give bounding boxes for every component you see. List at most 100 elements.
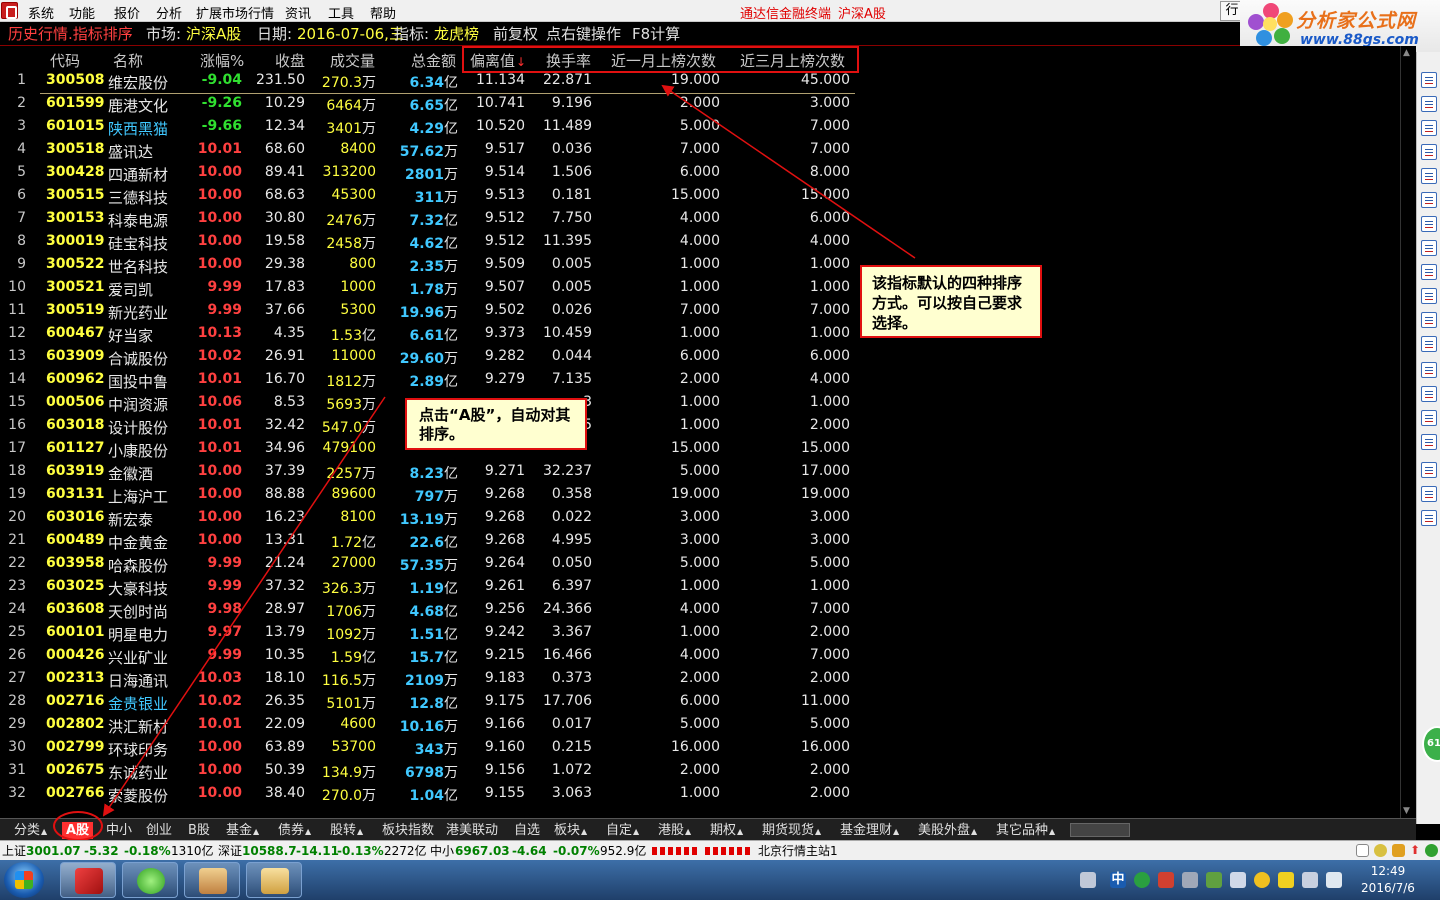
table-row[interactable]: 32 002766 索菱股份 10.00 38.40 270.0万 1.04亿 9.155 3.… bbox=[0, 785, 860, 808]
table-row[interactable]: 21 600489 中金黄金 10.00 13.31 1.72亿 22.6亿 9.268 4.9… bbox=[0, 532, 860, 555]
table-row[interactable]: 3 601015 陕西黑猫 -9.66 12.34 3401万 4.29亿 10.520 11.… bbox=[0, 118, 860, 141]
tab-11[interactable]: 板块▲ bbox=[552, 822, 589, 839]
tab-14[interactable]: 期权▲ bbox=[708, 822, 745, 839]
tab-4[interactable]: B股 bbox=[186, 822, 212, 839]
app-logo-icon[interactable] bbox=[1, 2, 18, 19]
terminal-link[interactable]: 通达信金融终端 bbox=[740, 3, 831, 22]
table-row[interactable]: 29 002802 洪汇新材 10.01 22.09 4600 10.16万 9.166 0.0… bbox=[0, 716, 860, 739]
tab-5[interactable]: 基金▲ bbox=[224, 822, 261, 839]
table-row[interactable]: 24 603608 天创时尚 9.98 28.97 1706万 4.68亿 9.256 24.3… bbox=[0, 601, 860, 624]
taskbar-tdx[interactable] bbox=[60, 862, 116, 898]
tray-red-icon[interactable] bbox=[1158, 872, 1174, 888]
tab-15[interactable]: 期货现货▲ bbox=[760, 822, 823, 839]
table-row[interactable]: 25 600101 明星电力 9.97 13.79 1092万 1.51亿 9.242 3.36… bbox=[0, 624, 860, 647]
tray-yellow-icon[interactable] bbox=[1278, 872, 1294, 888]
tab-2[interactable]: 中小 bbox=[104, 822, 134, 839]
market-link[interactable]: 沪深A股 bbox=[838, 3, 886, 22]
tab-6[interactable]: 债券▲ bbox=[276, 822, 313, 839]
server-name[interactable]: 北京行情主站1 bbox=[758, 842, 838, 860]
table-row[interactable]: 1 300508 维宏股份 -9.04 231.50 270.3万 6.34亿 11.134 2… bbox=[0, 72, 860, 95]
up-arrow-icon[interactable]: ⬆ bbox=[1410, 844, 1423, 857]
keyboard-icon[interactable] bbox=[1080, 872, 1096, 888]
menu-function[interactable]: 功能 bbox=[69, 3, 95, 22]
menu-tools[interactable]: 工具 bbox=[328, 3, 354, 22]
table-row[interactable]: 9 300522 世名科技 10.00 29.38 800 2.35万 9.509 0.005 1… bbox=[0, 256, 860, 279]
menu-help[interactable]: 帮助 bbox=[370, 3, 396, 22]
volume-icon[interactable] bbox=[1326, 872, 1342, 888]
toolbar-tool-icon[interactable] bbox=[1421, 216, 1437, 232]
tray-monitor-icon[interactable] bbox=[1302, 872, 1318, 888]
table-row[interactable]: 14 600962 国投中鲁 10.01 16.70 1812万 2.89亿 9.279 7.1… bbox=[0, 371, 860, 394]
toolbar-tool-icon[interactable] bbox=[1421, 288, 1437, 304]
tab-17[interactable]: 美股外盘▲ bbox=[916, 822, 979, 839]
toolbar-tool-icon[interactable] bbox=[1421, 168, 1437, 184]
sz-index-value[interactable]: 10588.7 bbox=[242, 842, 297, 860]
ime-indicator[interactable]: 中 bbox=[1110, 872, 1126, 888]
taskbar-explorer[interactable] bbox=[246, 862, 302, 898]
menu-system[interactable]: 系统 bbox=[28, 3, 54, 22]
toolbar-tool-icon[interactable] bbox=[1421, 120, 1437, 136]
toolbar-tool-icon[interactable] bbox=[1421, 192, 1437, 208]
table-row[interactable]: 31 002675 东诚药业 10.00 50.39 134.9万 6798万 9.156 1.… bbox=[0, 762, 860, 785]
zx-index-value[interactable]: 6967.03 bbox=[455, 842, 510, 860]
tab-13[interactable]: 港股▲ bbox=[656, 822, 693, 839]
table-row[interactable]: 30 002799 环球印务 10.00 63.89 53700 343万 9.160 0.21… bbox=[0, 739, 860, 762]
table-row[interactable]: 10 300521 爱司凯 9.99 17.83 1000 1.78万 9.507 0.005 1… bbox=[0, 279, 860, 302]
tab-16[interactable]: 基金理财▲ bbox=[838, 822, 901, 839]
tray-qq-icon[interactable] bbox=[1254, 872, 1270, 888]
connect-icon[interactable] bbox=[1425, 844, 1438, 857]
scroll-up-icon[interactable]: ▲ bbox=[1403, 48, 1410, 58]
tray-green-icon[interactable] bbox=[1134, 872, 1150, 888]
toolbar-tool-icon[interactable] bbox=[1421, 410, 1437, 426]
scroll-down-icon[interactable]: ▼ bbox=[1403, 806, 1410, 816]
toolbar-tool-icon[interactable] bbox=[1421, 264, 1437, 280]
toolbar-tool-icon[interactable] bbox=[1421, 240, 1437, 256]
tab-10[interactable]: 自选 bbox=[512, 822, 542, 839]
table-row[interactable]: 5 300428 四通新材 10.00 89.41 313200 2801万 9.514 1.5… bbox=[0, 164, 860, 187]
toolbar-tool-icon[interactable] bbox=[1421, 96, 1437, 112]
header-code[interactable]: 代码 bbox=[50, 50, 80, 71]
tab-8[interactable]: 板块指数 bbox=[380, 822, 436, 839]
menu-analysis[interactable]: 分析 bbox=[156, 3, 182, 22]
tab-18[interactable]: 其它品种▲ bbox=[994, 822, 1057, 839]
tab-3[interactable]: 创业 bbox=[144, 822, 174, 839]
adjust-mode[interactable]: 前复权 bbox=[493, 22, 538, 46]
table-row[interactable]: 28 002716 金贵银业 10.02 26.35 5101万 12.8亿 9.175 17.… bbox=[0, 693, 860, 716]
toolbar-tool-icon[interactable] bbox=[1421, 510, 1437, 526]
table-row[interactable]: 27 002313 日海通讯 10.03 18.10 116.5万 2109万 9.183 0.… bbox=[0, 670, 860, 693]
tab-7[interactable]: 股转▲ bbox=[328, 822, 365, 839]
menu-quote[interactable]: 报价 bbox=[114, 3, 140, 22]
sh-index-value[interactable]: 3001.07 bbox=[26, 842, 81, 860]
table-row[interactable]: 7 300153 科泰电源 10.00 30.80 2476万 7.32亿 9.512 7.75… bbox=[0, 210, 860, 233]
table-row[interactable]: 23 603025 大豪科技 9.99 37.32 326.3万 1.19亿 9.261 6.3… bbox=[0, 578, 860, 601]
toolbar-tool-icon[interactable] bbox=[1421, 462, 1437, 478]
taskbar-handshake-app[interactable] bbox=[184, 862, 240, 898]
table-row[interactable]: 6 300515 三德科技 10.00 68.63 45300 311万 9.513 0.181… bbox=[0, 187, 860, 210]
table-row[interactable]: 12 600467 好当家 10.13 4.35 1.53亿 6.61亿 9.373 10.45… bbox=[0, 325, 860, 348]
toolbar-tool-icon[interactable] bbox=[1421, 486, 1437, 502]
start-button[interactable] bbox=[4, 862, 44, 898]
table-row[interactable]: 13 603909 合诚股份 10.02 26.91 11000 29.60万 9.282 0.… bbox=[0, 348, 860, 371]
table-row[interactable]: 26 000426 兴业矿业 9.99 10.35 1.59亿 15.7亿 9.215 16.4… bbox=[0, 647, 860, 670]
tab-scrollbar[interactable] bbox=[1070, 823, 1130, 837]
taskbar-clock[interactable]: 12:49 2016/7/6 bbox=[1358, 863, 1418, 897]
taskbar-refresh-app[interactable] bbox=[122, 862, 178, 898]
coin-icon[interactable] bbox=[1374, 844, 1387, 857]
vertical-scrollbar[interactable]: ▲ ▼ bbox=[1400, 46, 1416, 818]
market-value[interactable]: 沪深A股 bbox=[186, 22, 241, 46]
table-row[interactable]: 8 300019 硅宝科技 10.00 19.58 2458万 4.62亿 9.512 11.3… bbox=[0, 233, 860, 256]
toolbar-tool-icon[interactable] bbox=[1421, 362, 1437, 378]
indicator-value[interactable]: 龙虎榜 bbox=[434, 22, 479, 46]
tray-speaker-icon[interactable] bbox=[1230, 872, 1246, 888]
table-row[interactable]: 18 603919 金徽酒 10.00 37.39 2257万 8.23亿 9.271 32.2… bbox=[0, 463, 860, 486]
tab-12[interactable]: 自定▲ bbox=[604, 822, 641, 839]
table-row[interactable]: 20 603016 新宏泰 10.00 16.23 8100 13.19万 9.268 0.02… bbox=[0, 509, 860, 532]
header-change[interactable]: 涨幅% bbox=[200, 50, 244, 71]
tray-network-icon[interactable] bbox=[1206, 872, 1222, 888]
toolbar-tool-icon[interactable] bbox=[1421, 312, 1437, 328]
menu-news[interactable]: 资讯 bbox=[285, 3, 311, 22]
toolbar-tool-icon[interactable] bbox=[1421, 72, 1437, 88]
menu-extended-market[interactable]: 扩展市场行情 bbox=[196, 3, 274, 22]
tray-grey-icon[interactable] bbox=[1182, 872, 1198, 888]
header-amount[interactable]: 总金额 bbox=[411, 50, 456, 71]
